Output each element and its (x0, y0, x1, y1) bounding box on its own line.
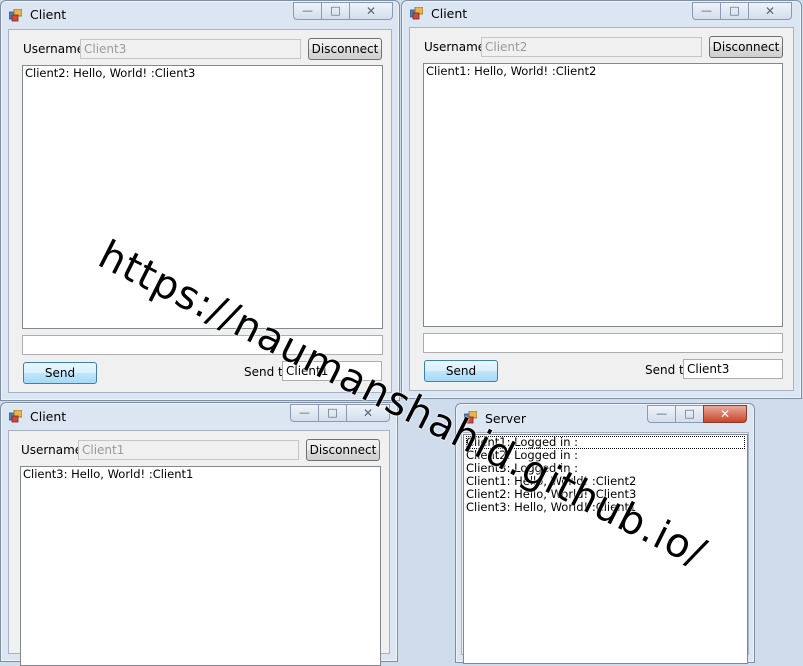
maximize-button[interactable]: □ (321, 2, 349, 20)
username-label: Username (23, 42, 85, 56)
minimize-button[interactable]: — (647, 405, 675, 423)
message-input[interactable] (423, 333, 783, 353)
close-button[interactable]: ✕ (346, 404, 390, 422)
title-bar[interactable]: Client — □ ✕ (1, 403, 397, 431)
username-field[interactable]: Client3 (80, 39, 301, 59)
username-field[interactable]: Client2 (481, 37, 702, 57)
maximize-button[interactable]: □ (675, 405, 703, 423)
form-body: Username Client2 Disconnect Client1: Hel… (409, 27, 794, 391)
list-item[interactable]: Client3: Hello, World! :Client1 (466, 501, 745, 514)
send-button[interactable]: Send (23, 362, 97, 384)
window-title: Client (30, 409, 67, 424)
disconnect-button[interactable]: Disconnect (306, 439, 380, 461)
username-label: Username (424, 40, 486, 54)
send-to-field[interactable]: Client3 (683, 359, 783, 379)
close-button[interactable]: ✕ (703, 405, 747, 423)
send-button[interactable]: Send (424, 360, 498, 382)
maximize-button[interactable]: □ (318, 404, 346, 422)
send-to-field[interactable]: Client1 (282, 361, 382, 381)
minimize-icon: — (656, 407, 667, 420)
close-icon: ✕ (365, 4, 377, 18)
close-icon: ✕ (764, 4, 776, 18)
minimize-button[interactable]: — (692, 2, 720, 20)
messages-list[interactable]: Client2: Hello, World! :Client3 (22, 65, 383, 329)
close-icon: ✕ (362, 406, 374, 420)
disconnect-button[interactable]: Disconnect (709, 36, 783, 58)
server-window: Server — □ ✕ Client1: Logged in : Client… (455, 403, 755, 664)
form-body: Client1: Logged in : Client2: Logged in … (461, 432, 749, 664)
messages-list[interactable]: Client3: Hello, World! :Client1 (20, 466, 381, 666)
maximize-button[interactable]: □ (720, 2, 748, 20)
windows-forms-icon (9, 9, 22, 22)
minimize-button[interactable]: — (293, 2, 321, 20)
form-body: Username Client3 Disconnect Client2: Hel… (8, 29, 392, 393)
close-button[interactable]: ✕ (349, 2, 393, 20)
minimize-icon: — (701, 4, 712, 17)
window-title: Client (30, 7, 67, 22)
client-window-3: Client — □ ✕ Username Client1 Disconnect… (0, 402, 398, 666)
minimize-icon: — (302, 4, 313, 17)
title-bar[interactable]: Client — □ ✕ (402, 1, 801, 29)
maximize-icon: □ (729, 4, 740, 17)
client-window-2: Client — □ ✕ Username Client2 Disconnect… (401, 0, 802, 399)
server-log-list[interactable]: Client1: Logged in : Client2: Logged in … (463, 434, 748, 664)
window-title: Server (485, 411, 526, 426)
client-window-1: Client — □ ✕ Username Client3 Disconnect… (0, 0, 400, 401)
minimize-button[interactable]: — (290, 404, 318, 422)
username-field[interactable]: Client1 (78, 440, 299, 460)
list-item[interactable]: Client3: Hello, World! :Client1 (23, 468, 378, 481)
window-title: Client (431, 6, 468, 21)
windows-forms-icon (410, 7, 423, 20)
maximize-icon: □ (330, 4, 341, 17)
form-body: Username Client1 Disconnect Client3: Hel… (8, 430, 390, 666)
maximize-icon: □ (327, 406, 338, 419)
list-item[interactable]: Client1: Hello, World! :Client2 (426, 65, 780, 78)
minimize-icon: — (299, 406, 310, 419)
disconnect-button[interactable]: Disconnect (308, 38, 382, 60)
username-label: Username (21, 443, 83, 457)
title-bar[interactable]: Client — □ ✕ (1, 1, 399, 29)
list-item[interactable]: Client2: Hello, World! :Client3 (25, 67, 380, 80)
message-input[interactable] (22, 335, 383, 355)
maximize-icon: □ (684, 407, 695, 420)
close-button[interactable]: ✕ (748, 2, 792, 20)
close-icon: ✕ (719, 407, 731, 421)
title-bar[interactable]: Server — □ ✕ (456, 404, 754, 432)
windows-forms-icon (464, 411, 477, 424)
messages-list[interactable]: Client1: Hello, World! :Client2 (423, 63, 783, 327)
windows-forms-icon (9, 410, 22, 423)
